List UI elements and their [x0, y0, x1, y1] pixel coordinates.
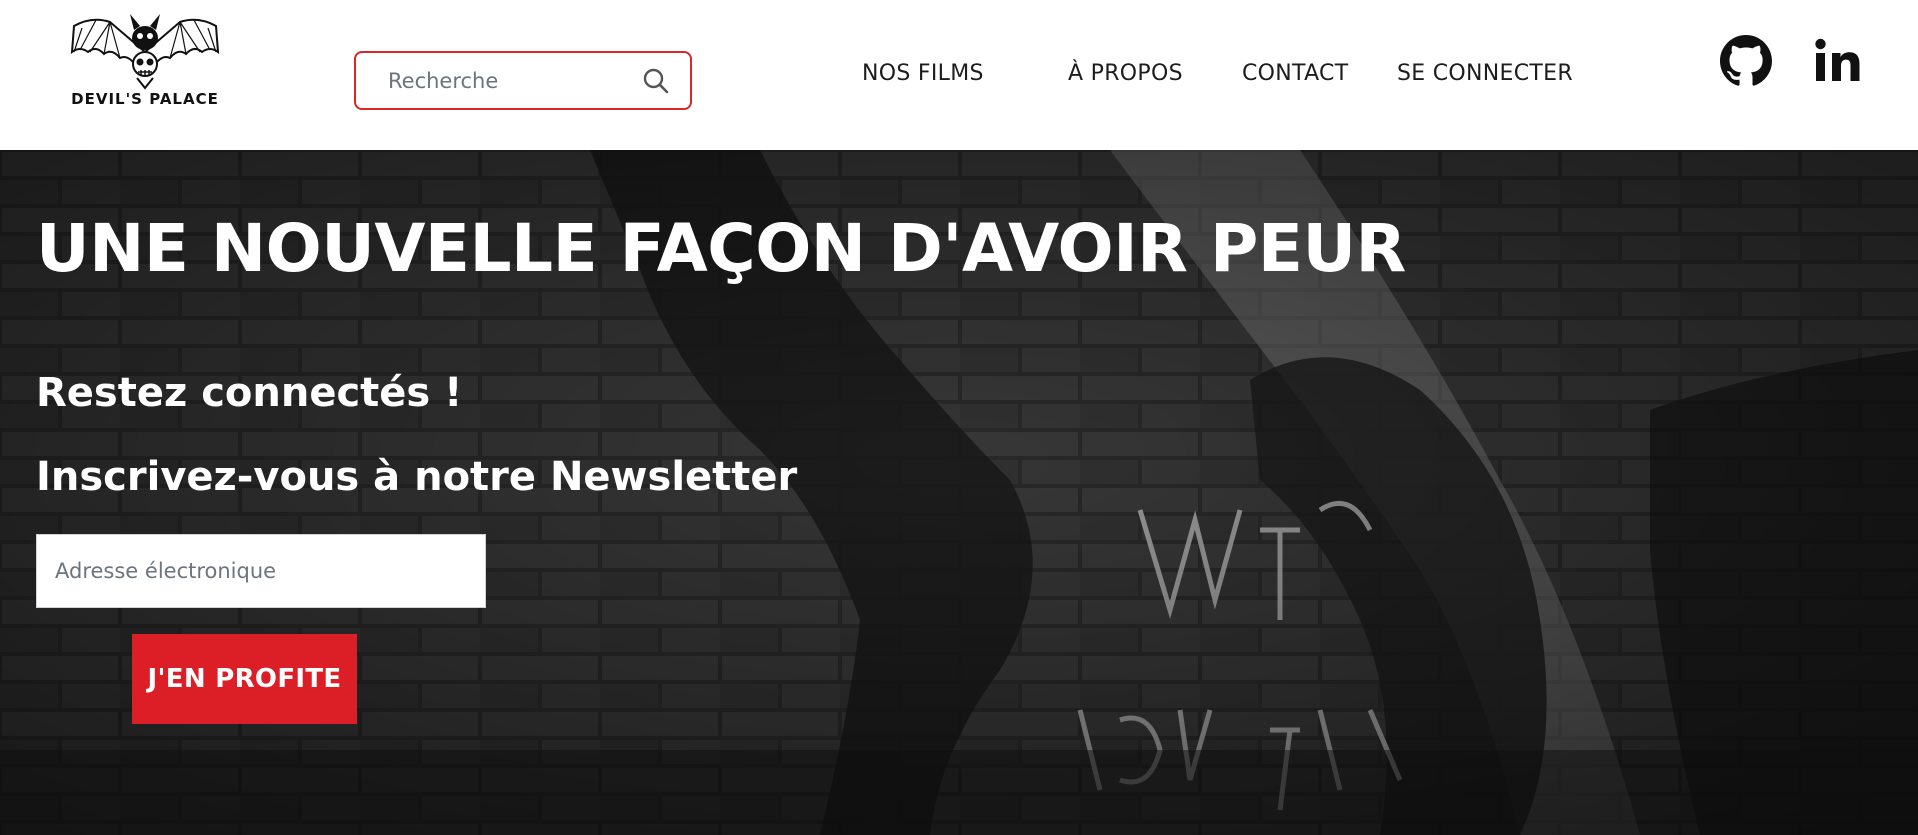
- email-field[interactable]: [36, 534, 486, 608]
- github-link[interactable]: [1720, 35, 1772, 87]
- search-icon[interactable]: [642, 67, 670, 95]
- linkedin-link[interactable]: [1812, 35, 1864, 87]
- nav-se-connecter[interactable]: SE CONNECTER: [1397, 61, 1573, 86]
- site-header: DEVIL'S PALACE NOS FILMS À PROPOS CONTAC…: [0, 0, 1918, 150]
- hero-section: UNE NOUVELLE FAÇON D'AVOIR PEUR Restez c…: [0, 150, 1918, 835]
- nav-a-propos[interactable]: À PROPOS: [1068, 61, 1183, 86]
- brand-name: DEVIL'S PALACE: [71, 90, 219, 108]
- linkedin-icon: [1815, 38, 1860, 81]
- subscribe-button[interactable]: J'EN PROFITE: [132, 634, 357, 724]
- github-icon: [1720, 35, 1772, 86]
- search-input[interactable]: [386, 67, 640, 94]
- brand-logo[interactable]: DEVIL'S PALACE: [70, 12, 220, 116]
- nav-contact[interactable]: CONTACT: [1242, 61, 1348, 86]
- hero-title: UNE NOUVELLE FAÇON D'AVOIR PEUR: [36, 210, 1406, 287]
- newsletter-heading: Inscrivez-vous à notre Newsletter: [36, 454, 798, 500]
- bat-skull-logo-icon: [70, 14, 220, 90]
- search-box: [354, 51, 692, 110]
- hero-subtitle: Restez connectés !: [36, 370, 463, 416]
- nav-nos-films[interactable]: NOS FILMS: [862, 61, 984, 86]
